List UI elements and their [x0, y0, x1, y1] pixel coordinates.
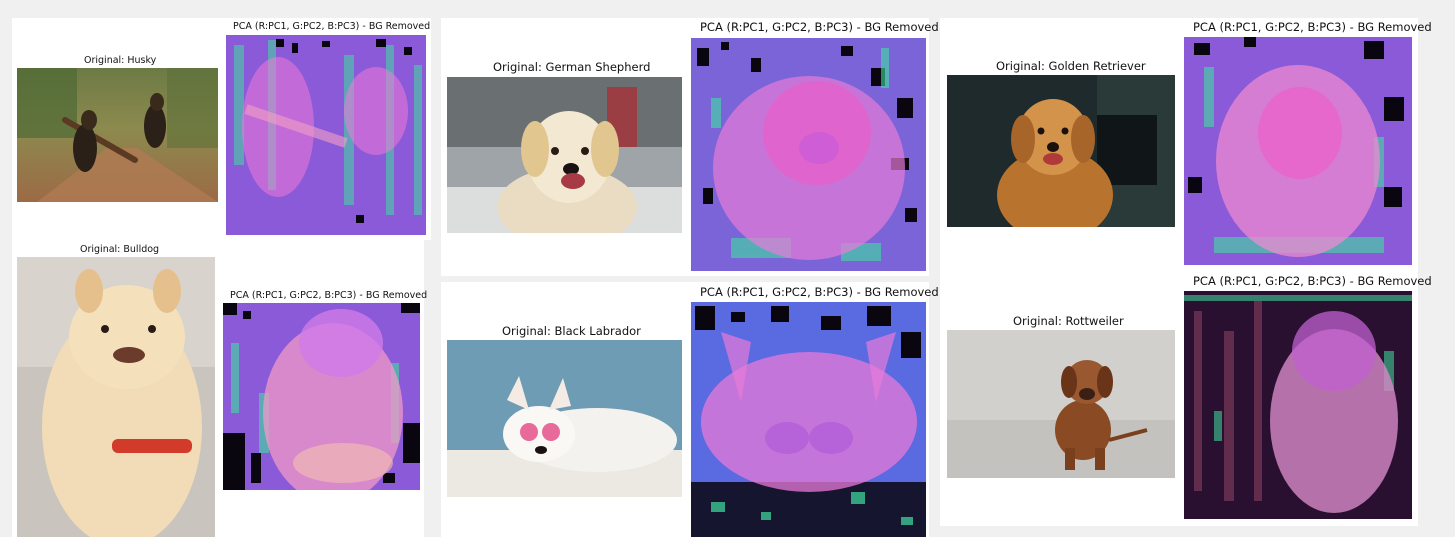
pca-map-husky: [226, 35, 426, 235]
pca-image-black-labrador: [691, 302, 926, 537]
pca-image-golden-retriever: [1184, 37, 1412, 265]
pca-image-german-shepherd: [691, 38, 926, 271]
pca-map-golden-retriever: [1184, 37, 1412, 265]
pca-image-husky: [226, 35, 426, 235]
pca-title-german-shepherd: PCA (R:PC1, G:PC2, B:PC3) - BG Removed: [700, 20, 939, 34]
pca-title-rottweiler: PCA (R:PC1, G:PC2, B:PC3) - BG Removed: [1193, 274, 1432, 288]
original-image-german-shepherd: [447, 77, 682, 233]
pca-map-bulldog: [223, 303, 420, 490]
pca-map-rottweiler: [1184, 291, 1412, 519]
original-image-golden-retriever: [947, 75, 1175, 227]
pca-image-bulldog: [223, 303, 420, 490]
pca-title-bulldog: PCA (R:PC1, G:PC2, B:PC3) - BG Removed: [230, 290, 428, 301]
pca-map-black-labrador: [691, 302, 926, 537]
pca-title-black-labrador: PCA (R:PC1, G:PC2, B:PC3) - BG Removed: [700, 285, 939, 299]
original-image-black-labrador: [447, 340, 682, 497]
pca-image-rottweiler: [1184, 291, 1412, 519]
original-title-german-shepherd: Original: German Shepherd: [493, 60, 651, 74]
original-title-bulldog: Original: Bulldog: [80, 244, 160, 255]
original-title-husky: Original: Husky: [84, 55, 157, 66]
pca-map-german-shepherd: [691, 38, 926, 271]
original-title-rottweiler: Original: Rottweiler: [1013, 314, 1124, 328]
original-title-golden-retriever: Original: Golden Retriever: [996, 59, 1146, 73]
original-image-rottweiler: [947, 330, 1175, 478]
original-image-husky: [17, 68, 218, 202]
original-image-bulldog: [17, 257, 215, 537]
pca-title-golden-retriever: PCA (R:PC1, G:PC2, B:PC3) - BG Removed: [1193, 20, 1432, 34]
original-title-black-labrador: Original: Black Labrador: [502, 324, 641, 338]
pca-title-husky: PCA (R:PC1, G:PC2, B:PC3) - BG Removed: [233, 21, 431, 32]
